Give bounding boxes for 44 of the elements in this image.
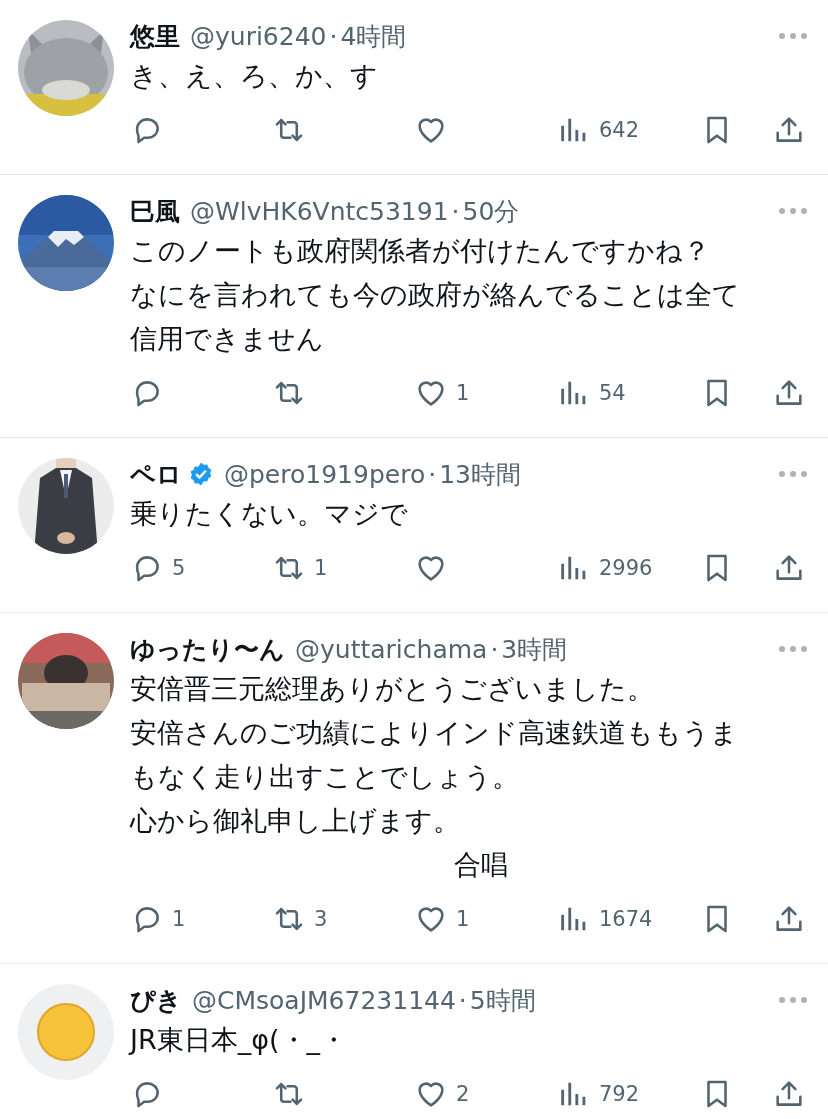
user-handle[interactable]: @WlvHK6Vntc53191 <box>190 196 449 226</box>
user-handle[interactable]: @CMsoaJM67231144 <box>192 985 456 1015</box>
separator-dot: · <box>458 985 467 1015</box>
user-handle[interactable]: @yuttarichama <box>295 634 488 664</box>
tweet-text: このノートも政府関係者が付けたんですかね？ <box>130 234 711 268</box>
user-name[interactable]: 悠里 <box>130 19 180 53</box>
user-handle[interactable]: @yuri6240 <box>190 21 327 51</box>
user-name[interactable]: ペロ <box>130 457 182 491</box>
view-count: 2996 <box>599 556 653 580</box>
like-count: 1 <box>456 381 470 405</box>
tweet-text: 乗りたくない。マジで <box>130 497 409 531</box>
timestamp[interactable]: 13時間 <box>439 457 521 491</box>
view-count: 1674 <box>599 907 653 931</box>
reply-count: 5 <box>172 556 186 580</box>
view-count: 54 <box>599 381 626 405</box>
verified-badge-icon <box>188 461 214 487</box>
timestamp[interactable]: 4時間 <box>340 19 407 53</box>
separator-dot: · <box>451 196 460 226</box>
view-count: 792 <box>599 1082 640 1106</box>
tweet-text: もなく走り出すことでしょう。 <box>130 760 520 794</box>
reply-count: 1 <box>172 907 186 931</box>
tweet-text: 安倍晋三元総理ありがとうございました。 <box>130 672 655 706</box>
tweet-text: JR東日本_φ(・_・ <box>130 1023 349 1057</box>
timestamp[interactable]: 3時間 <box>501 632 568 666</box>
separator-dot: · <box>490 634 499 664</box>
tweet-text: 安倍さんのご功績によりインド高速鉄道ももうま <box>130 716 739 750</box>
tweet-text: き、え、ろ、か、す <box>130 59 379 93</box>
separator-dot: · <box>329 21 338 51</box>
tweet-text: 心から御礼申し上げます。 <box>130 804 461 838</box>
like-count: 1 <box>456 907 470 931</box>
retweet-count: 3 <box>314 907 328 931</box>
user-handle[interactable]: @pero1919pero <box>224 459 426 489</box>
tweet-text: なにを言われても今の政府が絡んでることは全て <box>130 278 741 312</box>
user-name[interactable]: 巳風 <box>130 194 180 228</box>
like-count: 2 <box>456 1082 470 1106</box>
separator-dot: · <box>428 459 437 489</box>
tweet-text: 合唱 <box>453 848 509 882</box>
user-name[interactable]: ぴき <box>130 983 182 1017</box>
timestamp[interactable]: 5時間 <box>469 983 536 1017</box>
timestamp[interactable]: 50分 <box>462 194 520 228</box>
tweet-text: 信用できません <box>130 322 325 356</box>
user-name[interactable]: ゆったり〜ん <box>130 632 285 666</box>
retweet-count: 1 <box>314 556 328 580</box>
view-count: 642 <box>599 118 640 142</box>
